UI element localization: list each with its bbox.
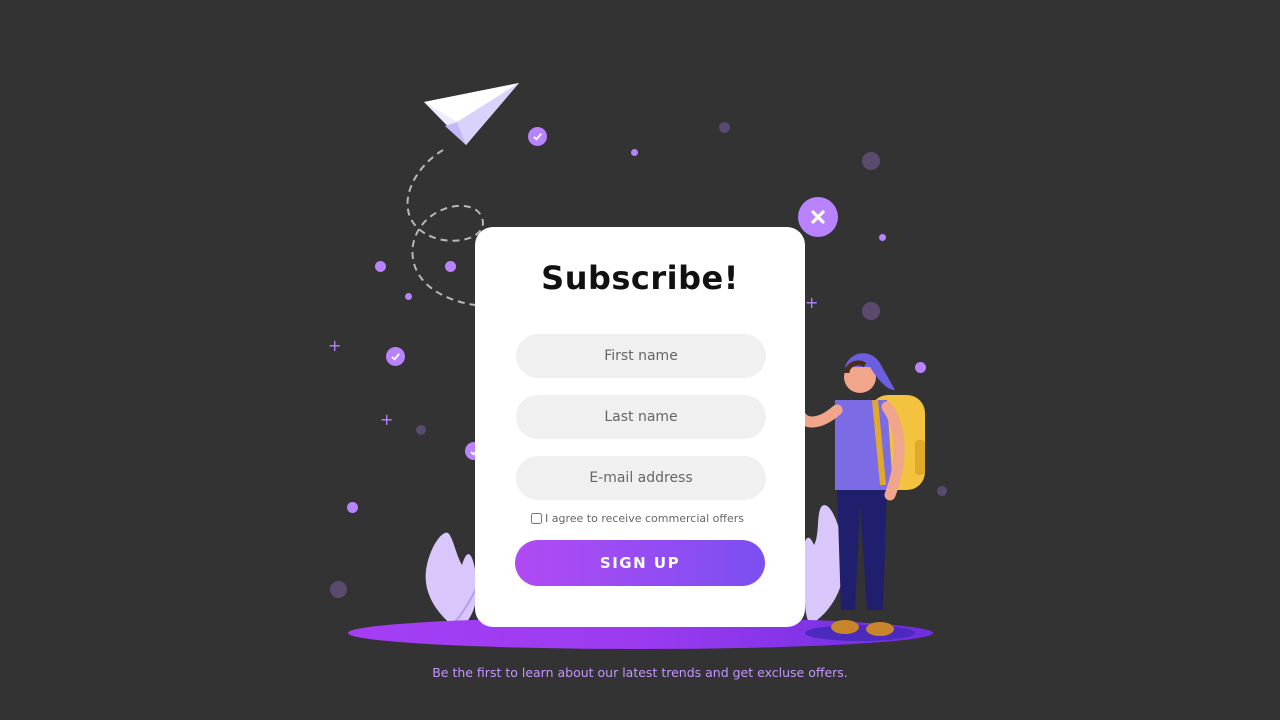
- sparkle-plus-icon: +: [805, 293, 819, 312]
- footer-tagline: Be the first to learn about our latest t…: [432, 665, 848, 680]
- decor-dot: [862, 152, 880, 170]
- check-icon: [528, 127, 547, 146]
- sparkle-plus-icon: +: [328, 336, 342, 355]
- close-button[interactable]: [798, 197, 838, 237]
- decor-dot: [862, 302, 880, 320]
- consent-checkbox[interactable]: [531, 512, 542, 524]
- last-name-input[interactable]: [516, 395, 766, 439]
- sparkle-plus-icon: +: [380, 410, 394, 429]
- decor-dot: [416, 425, 426, 435]
- first-name-input[interactable]: [516, 334, 766, 378]
- sign-up-button[interactable]: SIGN UP: [515, 540, 765, 586]
- paper-plane-icon: [424, 83, 519, 145]
- decor-dot: [330, 581, 347, 598]
- decor-dot: [937, 486, 947, 496]
- check-icon: [386, 347, 405, 366]
- subscribe-scene: + + + Subscribe! First name Last name E-…: [0, 0, 1280, 720]
- consent-row[interactable]: I agree to receive commercial offers: [531, 510, 791, 526]
- decor-dot: [719, 122, 730, 133]
- decor-dot: [445, 261, 456, 272]
- decor-dot: [375, 261, 386, 272]
- decor-dot: [631, 149, 638, 156]
- decor-dot: [405, 293, 412, 300]
- close-icon: [811, 210, 825, 224]
- subscribe-form: Subscribe! I agree to receive commercial…: [475, 227, 805, 627]
- decor-dot: [879, 234, 886, 241]
- consent-label: I agree to receive commercial offers: [545, 511, 744, 525]
- decor-dot: [347, 502, 358, 513]
- email-input[interactable]: [516, 456, 766, 500]
- form-title: Subscribe!: [541, 259, 739, 297]
